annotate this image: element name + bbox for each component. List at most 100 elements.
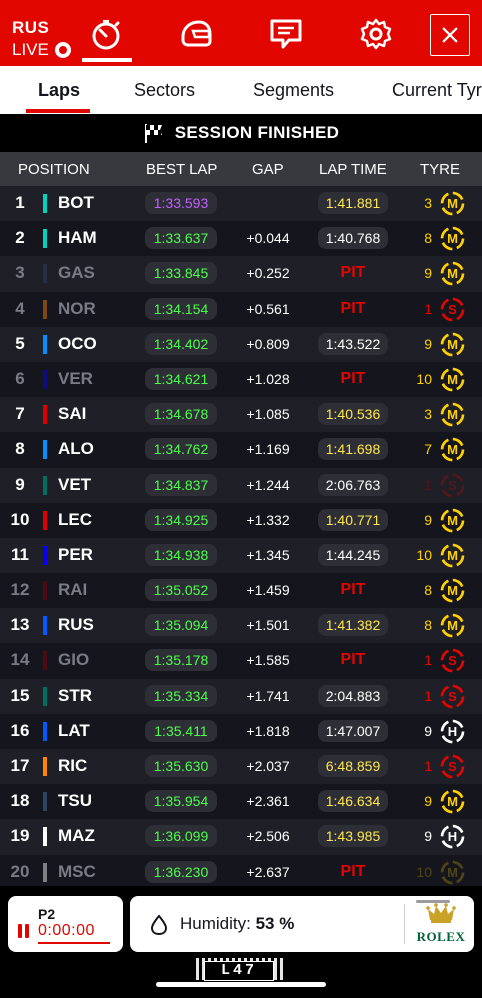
team-color-bar (43, 264, 47, 284)
team-color-bar (43, 651, 47, 671)
team-color-bar (43, 862, 47, 882)
gap-to-leader: +1.169 (246, 441, 290, 458)
tyre-age-laps: 1 (424, 652, 432, 669)
table-row[interactable]: 10 LEC 1:34.925 +1.332 1:40.771 9 M (0, 502, 482, 538)
tyre-age-laps: 8 (424, 230, 432, 247)
tyre-compound-icon: M (440, 543, 465, 568)
radio-message-icon[interactable] (266, 14, 306, 54)
table-header: POSITION BEST LAP GAP LAP TIME TYRE (0, 152, 482, 186)
live-badge[interactable]: RUS LIVE (12, 18, 82, 62)
session-name: P2 (38, 906, 56, 922)
driver-code: BOT (58, 193, 94, 212)
active-tab-underline (26, 109, 90, 113)
helmet-icon[interactable] (176, 14, 216, 54)
live-driver-code: RUS (12, 18, 50, 37)
best-lap-time: 1:35.094 (145, 614, 217, 637)
tyre-compound-icon: M (440, 860, 465, 884)
home-indicator[interactable] (156, 982, 326, 987)
last-lap-time: 1:40.536 (318, 403, 388, 426)
driver-code: MAZ (58, 826, 95, 846)
pit-status: PIT (340, 264, 366, 282)
top-bar: RUS LIVE (0, 0, 482, 66)
table-row[interactable]: 2 HAM 1:33.637 +0.044 1:40.768 8 M (0, 221, 482, 257)
close-button[interactable] (430, 14, 470, 56)
pit-status: PIT (340, 862, 366, 880)
tab-current-tyre[interactable]: Current Tyre (392, 80, 482, 101)
tyre-compound-icon: S (440, 684, 465, 708)
table-row[interactable]: 9 VET 1:34.837 +1.244 2:06.763 1 S (0, 467, 482, 503)
table-row[interactable]: 4 NOR 1:34.154 +0.561 PIT 1 S (0, 291, 482, 327)
table-row[interactable]: 3 GAS 1:33.845 +0.252 PIT 9 M (0, 256, 482, 292)
tyre-age-laps: 8 (424, 582, 432, 599)
table-row[interactable]: 7 SAI 1:34.678 +1.085 1:40.536 3 M (0, 397, 482, 433)
session-timer-card[interactable]: P2 0:00:00 (8, 896, 123, 952)
tyre-compound-icon: M (440, 402, 465, 427)
table-row[interactable]: 20 MSC 1:36.230 +2.637 PIT 10 M (0, 854, 482, 890)
driver-code: VET (58, 474, 92, 494)
table-row[interactable]: 17 RIC 1:35.630 +2.037 6:48.859 1 S (0, 749, 482, 785)
table-row[interactable]: 11 PER 1:34.938 +1.345 1:44.245 10 M (0, 537, 482, 574)
table-row[interactable]: 5 OCO 1:34.402 +0.809 1:43.522 9 M (0, 326, 482, 362)
tyre-compound-icon: M (440, 438, 465, 462)
tyre-compound-icon: H (440, 825, 465, 849)
live-label: LIVE (12, 40, 49, 59)
humidity-label: Humidity: (180, 914, 251, 933)
best-lap-time: 1:34.762 (145, 438, 217, 461)
session-status-banner: SESSION FINISHED (0, 114, 482, 152)
gap-to-leader: +0.044 (246, 230, 290, 247)
team-color-bar (43, 721, 47, 741)
team-color-bar (43, 229, 47, 249)
team-color-bar (43, 792, 47, 812)
gap-to-leader: +1.585 (246, 652, 290, 669)
table-row[interactable]: 19 MAZ 1:36.099 +2.506 1:43.985 9 H (0, 819, 482, 855)
gap-to-leader: +1.244 (246, 476, 290, 493)
table-row[interactable]: 16 LAT 1:35.411 +1.818 1:47.007 9 H (0, 713, 482, 749)
table-row[interactable]: 18 TSU 1:35.954 +2.361 1:46.634 9 M (0, 784, 482, 820)
tyre-compound-icon: M (440, 332, 465, 357)
tyre-age-laps: 9 (424, 722, 432, 739)
driver-code: LAT (58, 720, 90, 740)
weather-card[interactable]: Humidity: 53 % ROLEX (130, 896, 474, 952)
humidity-readout: Humidity: 53 % (180, 914, 294, 934)
tyre-compound-icon: M (440, 508, 465, 532)
water-drop-icon (150, 914, 168, 936)
driver-code: MSC (58, 861, 96, 881)
tyre-age-laps: 1 (424, 758, 432, 774)
best-lap-time: 1:36.099 (145, 825, 217, 848)
row-position: 19 (10, 826, 30, 846)
table-row[interactable]: 8 ALO 1:34.762 +1.169 1:41.698 7 M (0, 432, 482, 468)
row-position: 11 (11, 544, 29, 564)
table-row[interactable]: 13 RUS 1:35.094 +1.501 1:41.382 8 M (0, 608, 482, 644)
sponsor-name: ROLEX (416, 929, 466, 944)
tab-sectors[interactable]: Sectors (134, 80, 195, 101)
gap-to-leader: +2.637 (246, 863, 290, 880)
stopwatch-icon[interactable] (86, 14, 126, 54)
pit-status: PIT (340, 651, 366, 669)
table-row[interactable]: 6 VER 1:34.621 +1.028 PIT 10 M (0, 361, 482, 398)
tyre-age-laps: 9 (424, 335, 432, 352)
table-row[interactable]: 14 GIO 1:35.178 +1.585 PIT 1 S (0, 643, 482, 679)
table-row[interactable]: 12 RAI 1:35.052 +1.459 PIT 8 M (0, 573, 482, 609)
table-row[interactable]: 1 BOT 1:33.593 1:41.881 3 M (0, 186, 482, 222)
settings-gear-icon[interactable] (356, 14, 396, 54)
header-tyre: TYRE (420, 161, 461, 178)
row-position: 15 (10, 685, 30, 705)
gap-to-leader: +1.332 (246, 511, 290, 528)
row-position: 14 (10, 650, 30, 670)
tyre-compound-letter: S (448, 689, 457, 704)
driver-code: PER (58, 544, 93, 564)
tyre-compound-icon: M (440, 191, 465, 216)
tab-laps[interactable]: Laps (38, 80, 80, 101)
tyre-compound-icon: M (440, 262, 465, 286)
tab-segments[interactable]: Segments (253, 80, 334, 101)
tyre-compound-letter: M (447, 372, 458, 387)
last-lap-time: 1:40.771 (318, 508, 388, 531)
best-lap-time: 1:34.837 (145, 473, 217, 496)
tyre-age-laps: 10 (416, 546, 432, 563)
best-lap-time: 1:35.954 (145, 790, 217, 813)
humidity-value: 53 % (255, 914, 295, 933)
table-row[interactable]: 15 STR 1:35.334 +1.741 2:04.883 1 S (0, 678, 482, 714)
tyre-compound-letter: H (448, 724, 457, 739)
best-lap-time: 1:35.411 (145, 719, 217, 742)
tyre-compound-icon: S (440, 649, 465, 673)
